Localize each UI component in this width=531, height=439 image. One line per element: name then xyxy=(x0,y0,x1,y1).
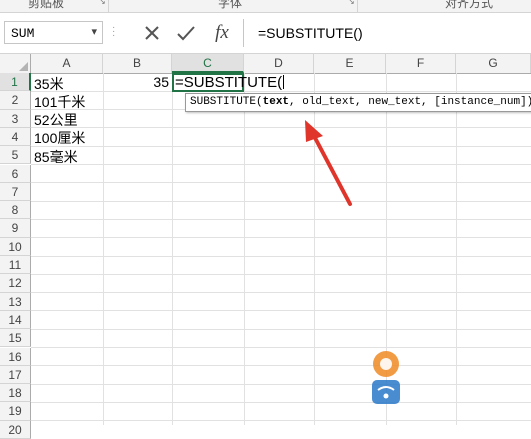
watermark-logo xyxy=(360,340,531,425)
watermark-icon xyxy=(372,351,400,404)
